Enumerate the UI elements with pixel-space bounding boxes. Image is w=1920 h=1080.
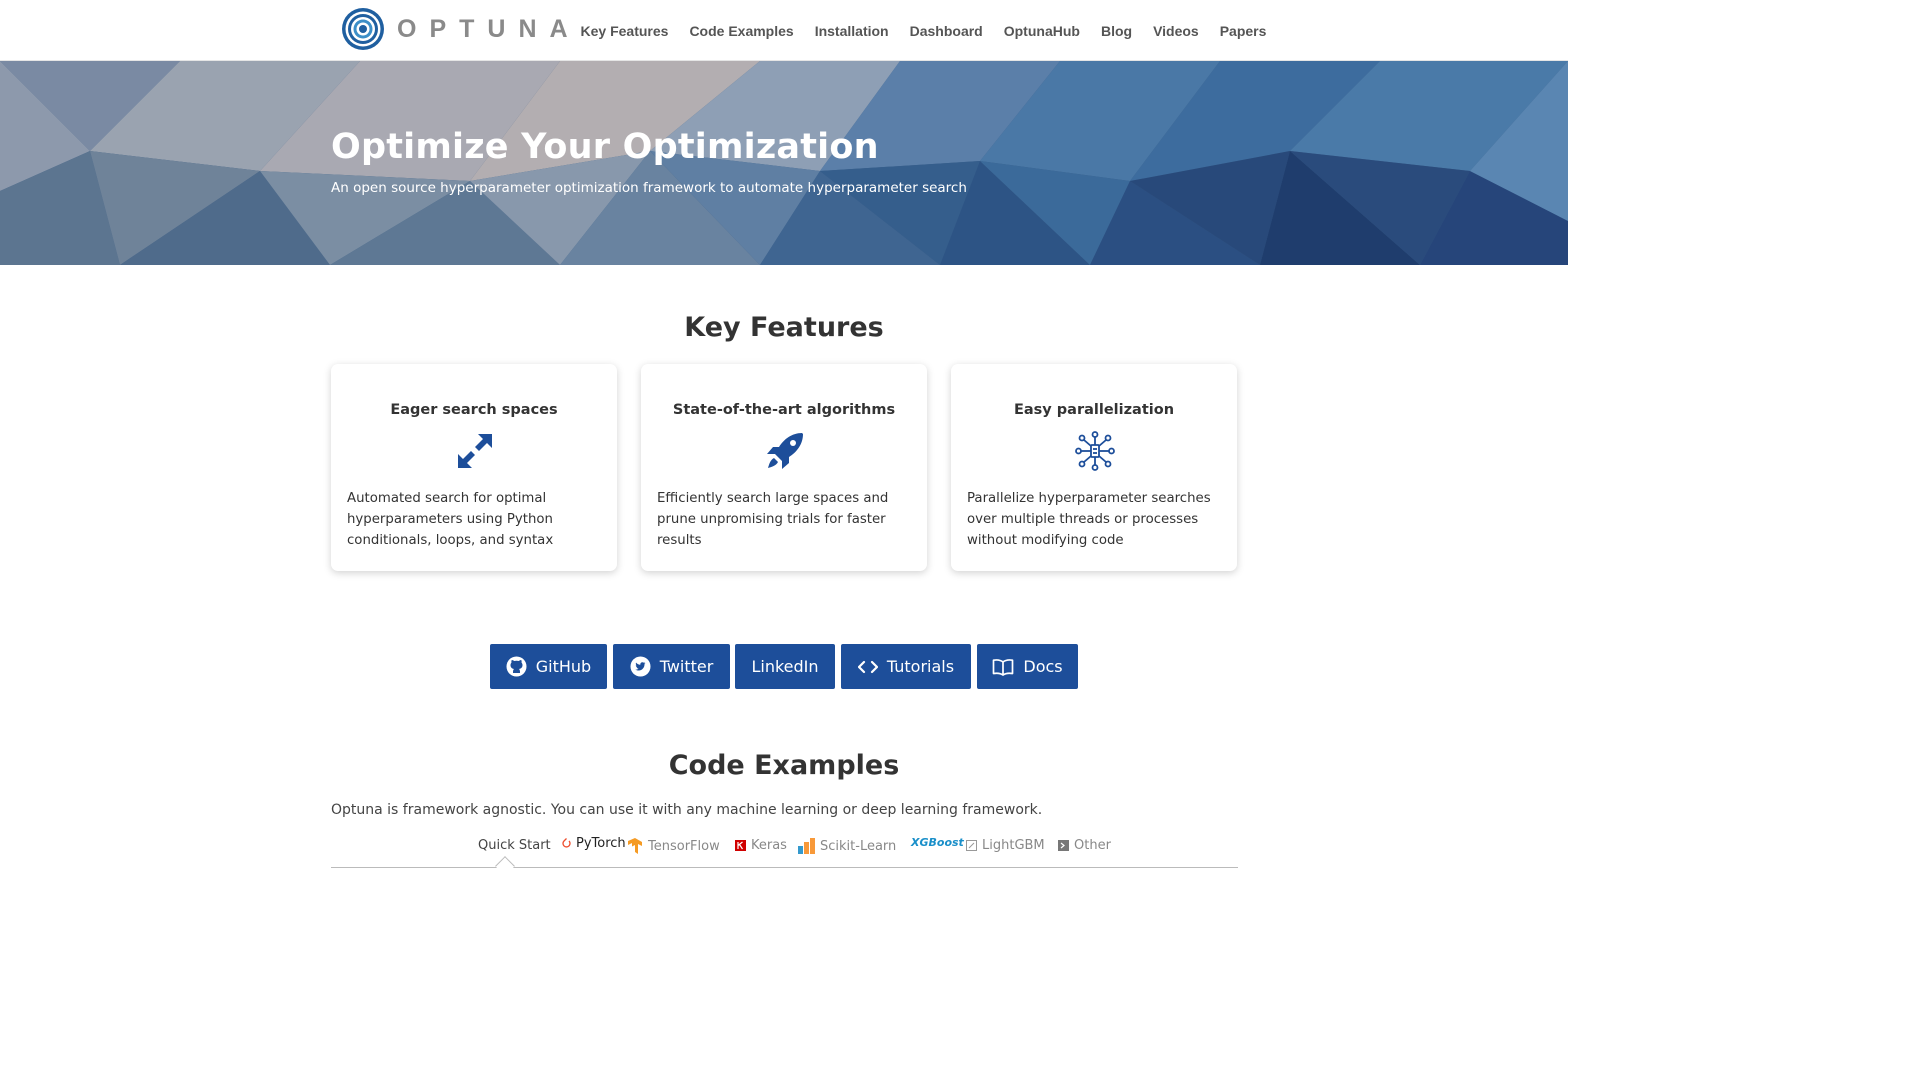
tab-label: PyTorch [576,836,626,851]
tab-pytorch[interactable]: PyTorch [562,836,626,851]
tab-label: Other [1074,838,1111,853]
feature-card-text: Automated search for optimal hyperparame… [347,491,554,548]
feature-card-title: Eager search spaces [390,402,558,418]
tab-quick-start[interactable]: Quick Start [478,838,551,853]
feature-card-title: State-of-the-art algorithms [672,402,896,418]
tab-xgboost[interactable]: XGBoost [911,836,964,849]
feature-card-eager-search: Eager search spaces Automated search for… [331,364,617,571]
nav-links: Key Features Code Examples Installation … [570,0,1277,61]
tab-other[interactable]: Other [1058,838,1111,853]
tab-label: LightGBM [982,838,1045,853]
feature-card-text: Parallelize hyperparameter searches over… [967,491,1211,548]
nav-link-dashboard[interactable]: Dashboard [910,23,983,39]
social-buttons: GitHub Twitter LinkedIn Tutorials Docs [0,644,1568,689]
nav-link-blog[interactable]: Blog [1101,23,1132,39]
navbar: OPTUNA Key Features Code Examples Instal… [0,0,1568,61]
nav-link-videos[interactable]: Videos [1153,23,1199,39]
tab-label: XGBoost [911,836,964,849]
scikit-learn-icon [798,838,815,854]
linkedin-button-label: LinkedIn [751,657,819,676]
feature-card-parallelization: Easy parallelization Parallelize hyperpa… [951,364,1237,571]
tutorials-button-label: Tutorials [886,657,955,676]
github-button-label: GitHub [535,657,592,676]
nav-link-installation[interactable]: Installation [815,23,889,39]
network-icon [1075,431,1115,471]
code-examples-description: Optuna is framework agnostic. You can us… [331,802,1043,818]
other-icon [1058,840,1069,851]
tab-label: Keras [751,838,787,853]
optuna-logo[interactable]: OPTUNA [341,7,581,51]
key-features-title: Key Features [684,312,884,343]
feature-card-title: Easy parallelization [1013,402,1175,418]
nav-link-key-features[interactable]: Key Features [581,23,669,39]
docs-button-label: Docs [1023,657,1063,676]
optuna-logo-icon [342,8,384,50]
tab-lightgbm[interactable]: LightGBM [966,838,1045,853]
github-icon [506,656,527,677]
tensorflow-icon [628,838,642,854]
hero-title: Optimize Your Optimization [331,127,879,167]
tab-scikit-learn[interactable]: Scikit-Learn [798,838,896,854]
feature-card-text: Efficiently search large spaces and prun… [657,491,889,548]
linkedin-button[interactable]: LinkedIn [735,644,835,689]
expand-arrows-icon [458,434,492,468]
keras-icon [735,840,746,851]
pytorch-icon [562,838,571,848]
tab-keras[interactable]: Keras [735,838,787,853]
rocket-icon [767,433,803,469]
github-button[interactable]: GitHub [490,644,607,689]
tutorials-button[interactable]: Tutorials [841,644,971,689]
twitter-icon [630,656,651,677]
tab-label: Scikit-Learn [820,838,897,854]
book-icon [993,658,1014,676]
hero-banner: Optimize Your Optimization An open sourc… [0,61,1568,265]
docs-button[interactable]: Docs [977,644,1078,689]
nav-link-code-examples[interactable]: Code Examples [689,23,793,39]
code-icon [857,660,878,673]
hero-subtitle: An open source hyperparameter optimizati… [331,180,967,196]
code-examples-title: Code Examples [668,750,900,781]
twitter-button[interactable]: Twitter [613,644,730,689]
tab-label: Quick Start [478,838,551,853]
twitter-button-label: Twitter [659,657,714,676]
tab-tensorflow[interactable]: TensorFlow [628,838,720,854]
tab-label: TensorFlow [648,838,720,854]
framework-tabs: Quick Start PyTorch TensorFlow Keras Sci… [331,834,1238,876]
nav-link-optunahub[interactable]: OptunaHub [1004,23,1080,39]
active-tab-indicator [495,856,515,876]
feature-card-algorithms: State-of-the-art algorithms Efficiently … [641,364,927,571]
nav-link-papers[interactable]: Papers [1220,23,1267,39]
logo-text: OPTUNA [397,14,581,43]
lightgbm-icon [966,840,977,851]
